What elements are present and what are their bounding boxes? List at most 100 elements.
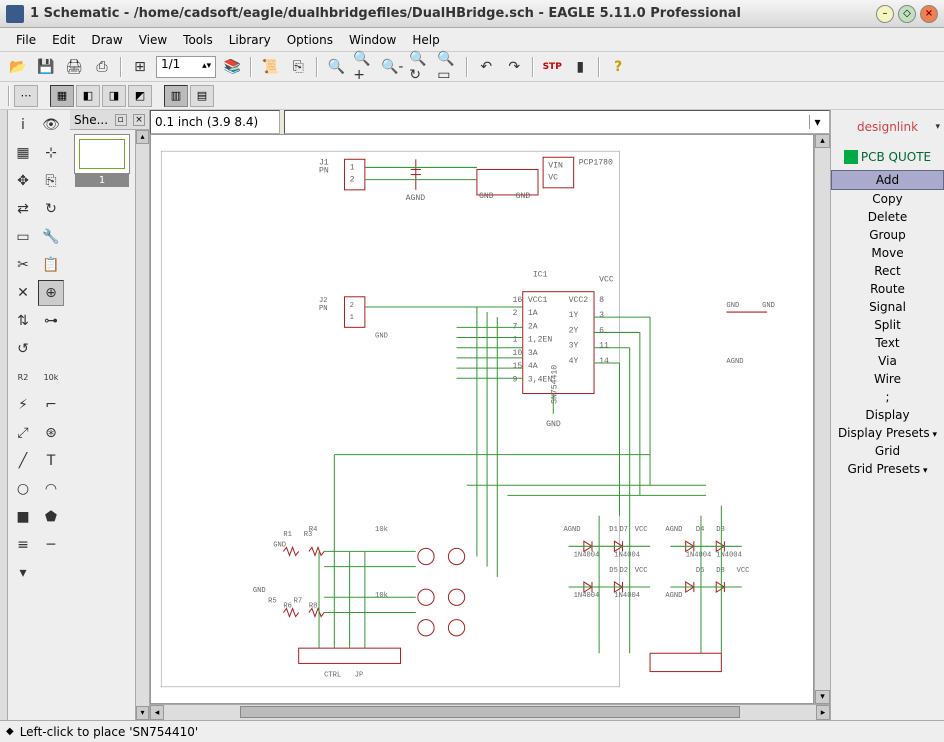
sheets-scrollbar[interactable]: ▴ ▾ [135, 130, 149, 720]
scroll-left-icon[interactable]: ◂ [150, 705, 164, 720]
mark-tool[interactable]: ⊹ [38, 140, 64, 166]
value-tool[interactable]: 10k [38, 364, 64, 390]
library-button[interactable]: 📚 [220, 55, 244, 79]
cmd-group[interactable]: Group [831, 226, 944, 244]
menu-library[interactable]: Library [221, 31, 279, 49]
zoom-in-button[interactable]: 🔍+ [352, 55, 376, 79]
command-box[interactable]: ▾ [284, 110, 830, 134]
scroll-down-icon[interactable]: ▾ [136, 706, 149, 720]
cmd-move[interactable]: Move [831, 244, 944, 262]
cut-tool[interactable]: ✂ [10, 252, 36, 278]
menu-edit[interactable]: Edit [44, 31, 83, 49]
mirror-tool[interactable]: ⇄ [10, 196, 36, 222]
cmd-grid-presets[interactable]: Grid Presets [831, 460, 944, 478]
menu-options[interactable]: Options [279, 31, 341, 49]
blank-tool[interactable] [38, 336, 64, 362]
close-button[interactable]: × [920, 5, 938, 23]
layout-4-button[interactable]: ◩ [128, 85, 152, 107]
menu-view[interactable]: View [131, 31, 175, 49]
polygon-tool[interactable]: ⬟ [38, 504, 64, 530]
board-button[interactable]: ⊞ [128, 55, 152, 79]
rect-tool[interactable]: ■ [10, 504, 36, 530]
cmd-copy[interactable]: Copy [831, 190, 944, 208]
pcb-quote-button[interactable]: PCB QUOTE [831, 144, 944, 170]
show-tool[interactable]: 👁 [38, 112, 64, 138]
cmd-grid[interactable]: Grid [831, 442, 944, 460]
cmd-text[interactable]: Text [831, 334, 944, 352]
copy-tool[interactable]: ⎘ [38, 168, 64, 194]
maximize-button[interactable]: ◇ [898, 5, 916, 23]
save-button[interactable]: 💾 [34, 55, 58, 79]
scroll-up-icon[interactable]: ▴ [815, 134, 830, 148]
help-button[interactable]: ? [606, 55, 630, 79]
move-tool[interactable]: ✥ [10, 168, 36, 194]
menu-tools[interactable]: Tools [175, 31, 221, 49]
layout-5-button[interactable]: ▥ [164, 85, 188, 107]
invoke-tool[interactable]: ⊛ [38, 420, 64, 446]
cmd-signal[interactable]: Signal [831, 298, 944, 316]
schematic-canvas[interactable]: J1 PN 1 2 AGND GND GND [150, 134, 814, 704]
circle-tool[interactable]: ○ [10, 476, 36, 502]
open-button[interactable]: 📂 [6, 55, 30, 79]
menu-file[interactable]: File [8, 31, 44, 49]
sheet-thumb-1[interactable]: 1 [74, 134, 130, 174]
minimize-button[interactable]: – [876, 5, 894, 23]
sheets-close-button[interactable]: × [133, 114, 145, 126]
change-tool[interactable]: 🔧 [38, 224, 64, 250]
bus-tool[interactable]: ≡ [10, 532, 36, 558]
cam-button[interactable]: ⎙ [90, 55, 114, 79]
layout-6-button[interactable]: ▤ [190, 85, 214, 107]
layout-1-button[interactable]: ▦ [50, 85, 74, 107]
cmd-delete[interactable]: Delete [831, 208, 944, 226]
zoom-fit-button[interactable]: 🔍 [324, 55, 348, 79]
command-input[interactable] [289, 115, 809, 129]
layout-2-button[interactable]: ◧ [76, 85, 100, 107]
go-button[interactable]: ▮ [568, 55, 592, 79]
scroll-down-icon[interactable]: ▾ [815, 690, 830, 704]
cmd-split[interactable]: Split [831, 316, 944, 334]
text-tool[interactable]: T [38, 448, 64, 474]
menu-window[interactable]: Window [341, 31, 404, 49]
ulp-button[interactable]: ⎘ [286, 55, 310, 79]
canvas-vscroll[interactable]: ▴ ▾ [814, 134, 830, 704]
more-tool[interactable]: ▾ [10, 560, 36, 586]
gateswap-tool[interactable]: ⊶ [38, 308, 64, 334]
smash-tool[interactable]: ⚡ [10, 392, 36, 418]
cmd-rect[interactable]: Rect [831, 262, 944, 280]
zoom-select-button[interactable]: 🔍▭ [436, 55, 460, 79]
scroll-up-icon[interactable]: ▴ [136, 130, 149, 144]
sheet-selector[interactable]: 1/1 ▴▾ [156, 56, 216, 78]
grid-dots-button[interactable]: ⋯ [14, 85, 38, 107]
paste-tool[interactable]: 📋 [38, 252, 64, 278]
net-tool[interactable]: ─ [38, 532, 64, 558]
script-button[interactable]: 📜 [258, 55, 282, 79]
cmd-wire[interactable]: Wire [831, 370, 944, 388]
canvas-hscroll[interactable]: ◂ ▸ [150, 704, 830, 720]
display-tool[interactable]: ▦ [10, 140, 36, 166]
cmd-display[interactable]: Display [831, 406, 944, 424]
scroll-right-icon[interactable]: ▸ [816, 705, 830, 720]
menu-help[interactable]: Help [404, 31, 447, 49]
zoom-out-button[interactable]: 🔍- [380, 55, 404, 79]
redo-button[interactable]: ↷ [502, 55, 526, 79]
wire-tool[interactable]: ╱ [10, 448, 36, 474]
designlink-logo[interactable]: designlink ▾ [831, 110, 944, 144]
name-tool[interactable]: R2 [10, 364, 36, 390]
undo-button[interactable]: ↶ [474, 55, 498, 79]
info-tool[interactable]: i [10, 112, 36, 138]
cmd-semi[interactable]: ; [831, 388, 944, 406]
rotate-tool[interactable]: ↻ [38, 196, 64, 222]
stop-button[interactable]: STP [540, 55, 564, 79]
layout-3-button[interactable]: ◨ [102, 85, 126, 107]
command-dropdown-icon[interactable]: ▾ [809, 115, 825, 129]
menu-draw[interactable]: Draw [83, 31, 130, 49]
dropdown-icon[interactable]: ▾ [935, 122, 940, 132]
cmd-add[interactable]: Add [831, 170, 944, 190]
pinswap-tool[interactable]: ⇅ [10, 308, 36, 334]
cmd-via[interactable]: Via [831, 352, 944, 370]
cmd-display-presets[interactable]: Display Presets [831, 424, 944, 442]
zoom-redraw-button[interactable]: 🔍↻ [408, 55, 432, 79]
add-tool[interactable]: ⊕ [38, 280, 64, 306]
replace-tool[interactable]: ↺ [10, 336, 36, 362]
delete-tool[interactable]: ✕ [10, 280, 36, 306]
